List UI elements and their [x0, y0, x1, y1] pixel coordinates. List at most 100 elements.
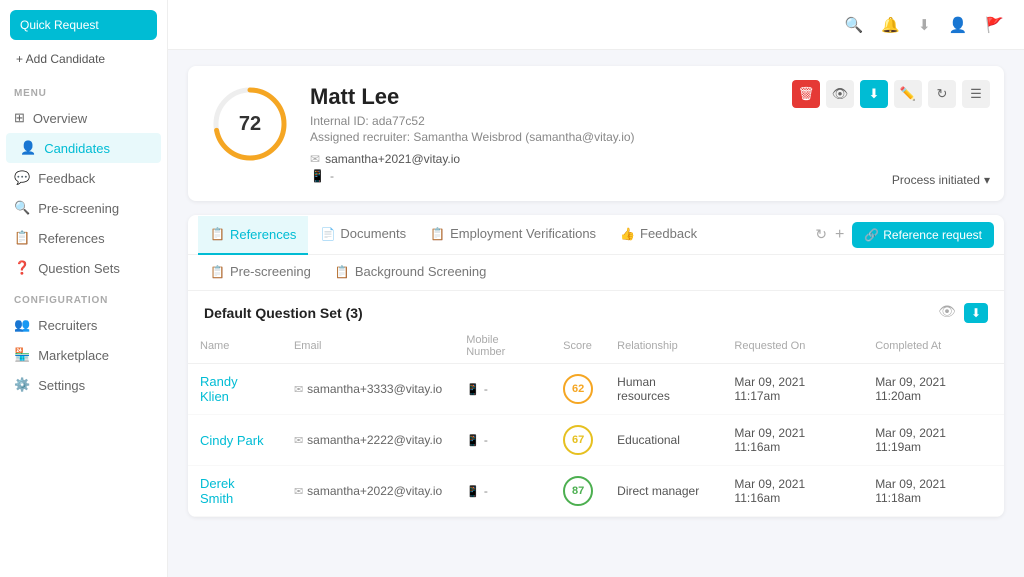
row-relationship: Direct manager	[605, 466, 722, 517]
flag-icon[interactable]: 🚩	[985, 16, 1004, 34]
sidebar-item-feedback[interactable]: 💬 Feedback	[0, 163, 167, 193]
sidebar-item-marketplace[interactable]: 🏪 Marketplace	[0, 340, 167, 370]
sidebar-item-settings[interactable]: ⚙️ Settings	[0, 370, 167, 400]
row-phone: 📱 -	[466, 433, 539, 447]
col-score: Score	[551, 329, 605, 364]
sidebar: Quick Request + Add Candidate MENU ⊞ Ove…	[0, 0, 168, 577]
employment-tab-icon: 📋	[430, 227, 445, 241]
tab-documents[interactable]: 📄 Documents	[308, 215, 418, 254]
refresh-button[interactable]: ↻	[928, 80, 956, 108]
candidate-name-link[interactable]: Cindy Park	[200, 433, 264, 448]
tab-employment-verifications[interactable]: 📋 Employment Verifications	[418, 215, 608, 254]
row-email: ✉ samantha+2222@vitay.io	[294, 433, 442, 447]
grid-icon: ⊞	[14, 110, 25, 126]
process-status-text: Process initiated	[892, 173, 980, 187]
table-row: Cindy Park ✉ samantha+2222@vitay.io 📱 - …	[188, 415, 1004, 466]
tab-references[interactable]: 📋 References	[198, 216, 308, 255]
edit-button[interactable]: ✏️	[894, 80, 922, 108]
col-relationship: Relationship	[605, 329, 722, 364]
candidate-phone: 📱 -	[310, 169, 982, 183]
row-relationship: Human resources	[605, 364, 722, 415]
tab-row-2: 📋 Pre-screening 📋 Background Screening	[188, 255, 1004, 291]
recruiter-icon: 👥	[14, 317, 30, 333]
email-row-icon: ✉	[294, 434, 303, 447]
content-area: 72 Matt Lee Internal ID: ada77c52 Assign…	[168, 50, 1024, 577]
person-icon: 👤	[20, 140, 36, 156]
email-icon: ✉	[310, 152, 320, 166]
tab-feedback[interactable]: 👍 Feedback	[608, 215, 709, 254]
row-phone: 📱 -	[466, 484, 539, 498]
menu-button[interactable]: ☰	[962, 80, 990, 108]
email-row-icon: ✉	[294, 383, 303, 396]
tab-actions: ↻ + 🔗 Reference request	[815, 222, 994, 248]
row-completed: Mar 09, 2021 11:19am	[863, 415, 1004, 466]
card-actions: 🗑 👁 ⬇ ✏️ ↻ ☰	[792, 80, 990, 108]
candidate-internal-id: Internal ID: ada77c52	[310, 114, 982, 128]
phone-row-icon: 📱	[466, 485, 480, 498]
row-requested: Mar 09, 2021 11:16am	[722, 466, 863, 517]
row-requested: Mar 09, 2021 11:16am	[722, 415, 863, 466]
phone-row-icon: 📱	[466, 434, 480, 447]
row-completed: Mar 09, 2021 11:18am	[863, 466, 1004, 517]
score-badge: 67	[563, 425, 593, 455]
marketplace-icon: 🏪	[14, 347, 30, 363]
feedback-icon: 💬	[14, 170, 30, 186]
phone-row-icon: 📱	[466, 383, 480, 396]
add-candidate-button[interactable]: + Add Candidate	[10, 48, 157, 70]
feedback-tab-icon: 👍	[620, 227, 635, 241]
references-tab-icon: 📋	[210, 227, 225, 241]
ref-icon: 📋	[14, 230, 30, 246]
row-email: ✉ samantha+3333@vitay.io	[294, 382, 442, 396]
search-icon[interactable]: 🔍	[845, 16, 864, 34]
download-icon[interactable]: ⬇	[918, 16, 931, 34]
references-table: Name Email Mobile Number Score Relations…	[188, 329, 1004, 517]
score-value: 72	[239, 113, 261, 136]
sidebar-item-references[interactable]: 📋 References	[0, 223, 167, 253]
score-badge: 87	[563, 476, 593, 506]
view-button[interactable]: 👁	[826, 80, 854, 108]
row-relationship: Educational	[605, 415, 722, 466]
delete-button[interactable]: 🗑	[792, 80, 820, 108]
chevron-down-icon: ▾	[984, 173, 990, 187]
table-header-icons: 👁 ⬇	[938, 303, 988, 323]
user-icon[interactable]: 👤	[949, 16, 968, 34]
tabs-table-container: 📋 References 📄 Documents 📋 Employment Ve…	[188, 215, 1004, 517]
sidebar-item-prescreening[interactable]: 🔍 Pre-screening	[0, 193, 167, 223]
tab-background-screening[interactable]: 📋 Background Screening	[323, 255, 498, 290]
menu-section-label: MENU	[0, 84, 167, 103]
tab-row-1: 📋 References 📄 Documents 📋 Employment Ve…	[188, 215, 1004, 255]
background-tab-icon: 📋	[335, 265, 350, 279]
tab-refresh-icon[interactable]: ↻	[815, 226, 827, 243]
tab-prescreening[interactable]: 📋 Pre-screening	[198, 255, 323, 290]
sidebar-item-overview[interactable]: ⊞ Overview	[0, 103, 167, 133]
candidate-card: 72 Matt Lee Internal ID: ada77c52 Assign…	[188, 66, 1004, 201]
table-row: Derek Smith ✉ samantha+2022@vitay.io 📱 -…	[188, 466, 1004, 517]
table-view-icon[interactable]: 👁	[938, 303, 956, 323]
table-row: Randy Klien ✉ samantha+3333@vitay.io 📱 -…	[188, 364, 1004, 415]
topbar: 🔍 🔔 ⬇ 👤 🚩	[168, 0, 1024, 50]
bell-icon[interactable]: 🔔	[881, 16, 900, 34]
row-requested: Mar 09, 2021 11:17am	[722, 364, 863, 415]
table-download-icon[interactable]: ⬇	[964, 303, 988, 323]
prescreening-tab-icon: 📋	[210, 265, 225, 279]
row-completed: Mar 09, 2021 11:20am	[863, 364, 1004, 415]
sidebar-item-candidates[interactable]: 👤 Candidates	[6, 133, 161, 163]
sidebar-item-questionsets[interactable]: ❓ Question Sets	[0, 253, 167, 283]
table-title: Default Question Set (3)	[204, 305, 363, 321]
documents-tab-icon: 📄	[320, 227, 335, 241]
export-button[interactable]: ⬇	[860, 80, 888, 108]
col-mobile: Mobile Number	[454, 329, 551, 364]
col-name: Name	[188, 329, 282, 364]
tab-add-icon[interactable]: +	[835, 226, 844, 244]
candidate-recruiter: Assigned recruiter: Samantha Weisbrod (s…	[310, 130, 982, 144]
candidate-name-link[interactable]: Randy Klien	[200, 374, 238, 404]
sidebar-item-recruiters[interactable]: 👥 Recruiters	[0, 310, 167, 340]
candidate-name-link[interactable]: Derek Smith	[200, 476, 235, 506]
settings-icon: ⚙️	[14, 377, 30, 393]
ref-request-icon: 🔗	[864, 228, 879, 242]
phone-icon: 📱	[310, 169, 325, 183]
quick-request-button[interactable]: Quick Request	[10, 10, 157, 40]
col-email: Email	[282, 329, 454, 364]
process-status[interactable]: Process initiated ▾	[892, 173, 990, 187]
reference-request-button[interactable]: 🔗 Reference request	[852, 222, 994, 248]
